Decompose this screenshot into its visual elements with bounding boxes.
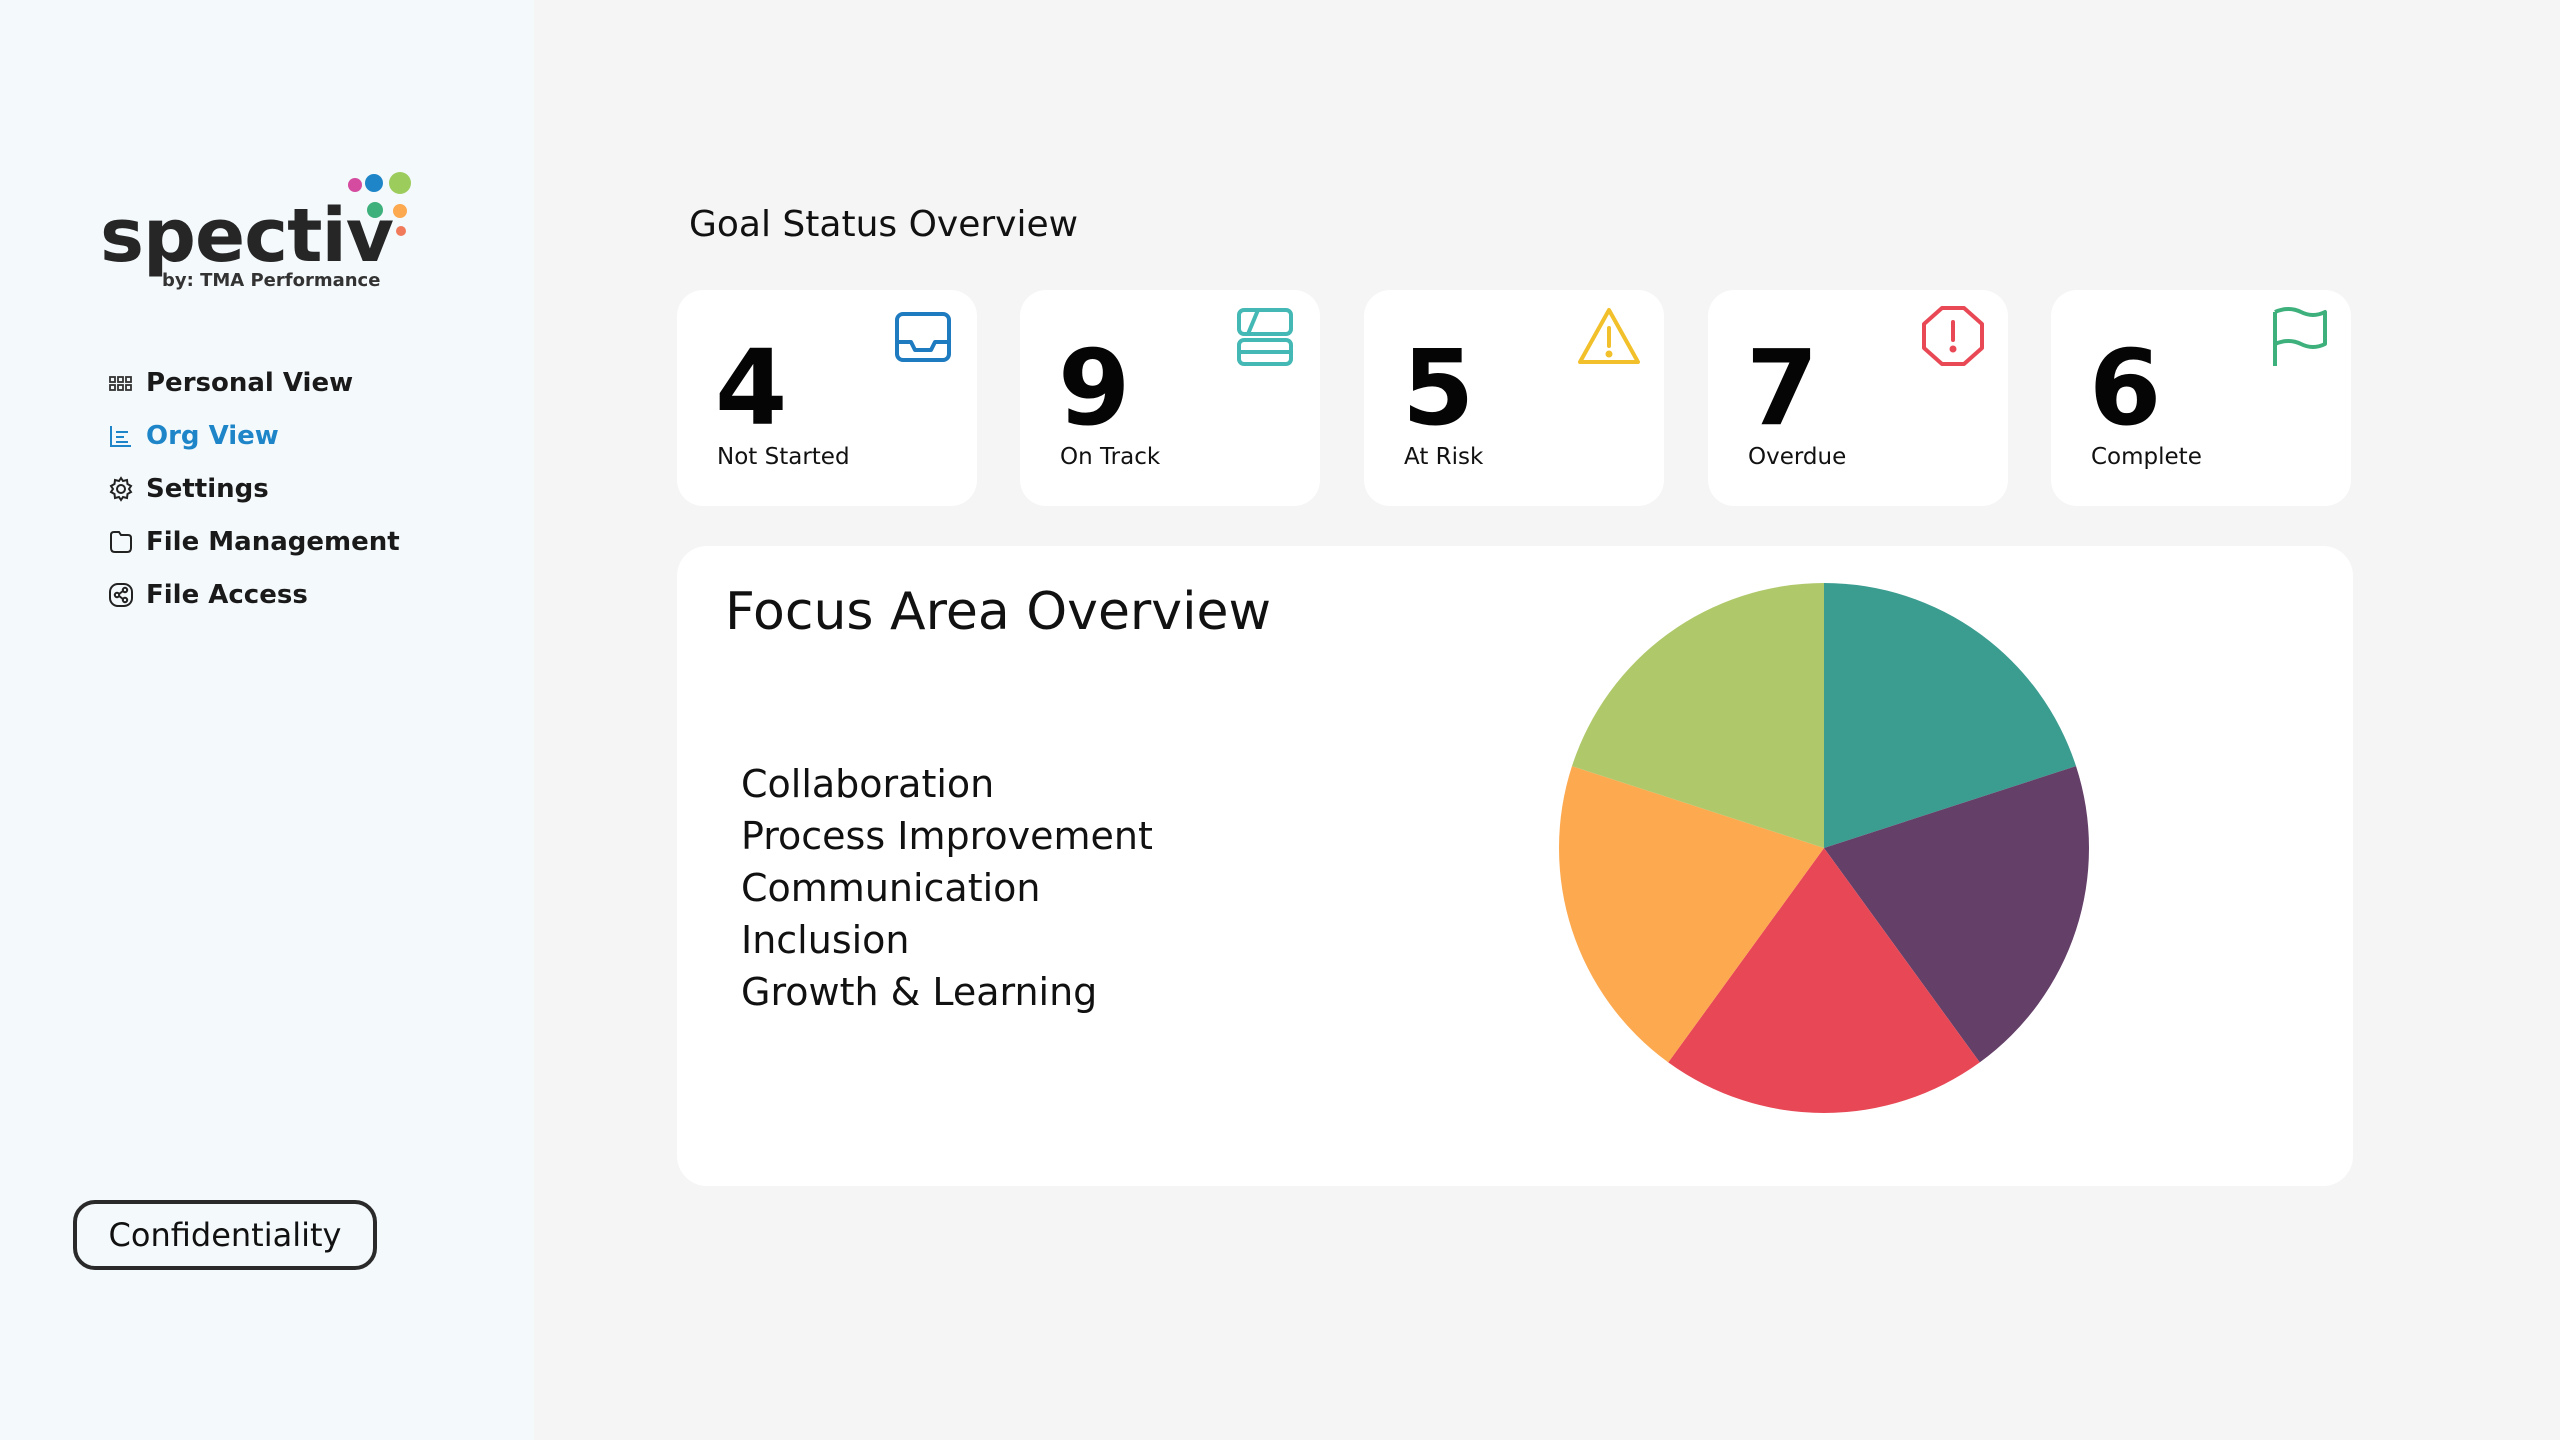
legend-item-communication: Communication <box>741 866 1041 910</box>
inbox-icon <box>895 312 951 362</box>
flag-icon <box>2273 307 2327 366</box>
focus-area-legend: Collaboration Process Improvement Commun… <box>741 758 1153 1018</box>
status-card-not-started[interactable]: 4 Not Started <box>677 290 977 506</box>
status-label: Not Started <box>717 444 850 470</box>
grid-icon <box>106 368 136 398</box>
sidebar-item-file-access[interactable]: File Access <box>106 568 400 621</box>
focus-area-pie-chart <box>1559 583 2089 1113</box>
sidebar-item-org-view[interactable]: Org View <box>106 409 400 462</box>
status-count: 5 <box>1402 327 1475 449</box>
legend-item-inclusion: Inclusion <box>741 918 910 962</box>
status-card-at-risk[interactable]: 5 At Risk <box>1364 290 1664 506</box>
layout-icon <box>1237 308 1293 366</box>
sidebar: spectiv by: TMA Performance Personal Vie… <box>0 0 534 1440</box>
legend-item-process-improvement: Process Improvement <box>741 814 1153 858</box>
status-label: Overdue <box>1748 444 1847 470</box>
folder-icon <box>106 527 136 557</box>
goal-status-title: Goal Status Overview <box>689 204 1079 245</box>
sidebar-item-personal-view[interactable]: Personal View <box>106 356 400 409</box>
share-icon <box>106 580 136 610</box>
gear-icon <box>106 474 136 504</box>
chart-icon <box>106 421 136 451</box>
sidebar-item-label: Settings <box>146 473 269 504</box>
status-card-complete[interactable]: 6 Complete <box>2051 290 2351 506</box>
sidebar-nav: Personal View Org View Settings File Man… <box>106 356 400 621</box>
status-card-on-track[interactable]: 9 On Track <box>1020 290 1320 506</box>
sidebar-item-settings[interactable]: Settings <box>106 462 400 515</box>
focus-area-panel: Focus Area Overview Collaboration Proces… <box>677 546 2353 1186</box>
sidebar-item-label: Org View <box>146 420 279 451</box>
logo-dot <box>393 204 407 218</box>
spectiv-logo[interactable]: spectiv by: TMA Performance <box>100 168 430 298</box>
focus-area-title: Focus Area Overview <box>725 582 1272 642</box>
legend-item-growth-learning: Growth & Learning <box>741 970 1098 1014</box>
logo-dot <box>348 178 362 192</box>
sidebar-item-label: File Management <box>146 526 400 557</box>
status-count: 9 <box>1058 327 1131 449</box>
status-card-overdue[interactable]: 7 Overdue <box>1708 290 2008 506</box>
status-label: On Track <box>1060 444 1161 470</box>
legend-item-collaboration: Collaboration <box>741 762 995 806</box>
logo-tagline: by: TMA Performance <box>162 270 381 291</box>
status-count: 4 <box>715 327 788 449</box>
sidebar-item-file-management[interactable]: File Management <box>106 515 400 568</box>
confidentiality-button[interactable]: Confidentiality <box>73 1200 377 1270</box>
logo-wordmark: spectiv <box>100 193 394 279</box>
status-count: 7 <box>1746 327 1819 449</box>
sidebar-item-label: Personal View <box>146 367 354 398</box>
status-count: 6 <box>2089 327 2162 449</box>
sidebar-item-label: File Access <box>146 579 308 610</box>
logo-dot <box>396 226 406 236</box>
status-label: Complete <box>2091 444 2202 470</box>
alert-octagon-icon <box>1922 306 1984 366</box>
logo-dot <box>365 174 383 192</box>
logo-dot <box>389 172 411 194</box>
status-label: At Risk <box>1404 444 1484 470</box>
warning-icon <box>1578 308 1640 364</box>
